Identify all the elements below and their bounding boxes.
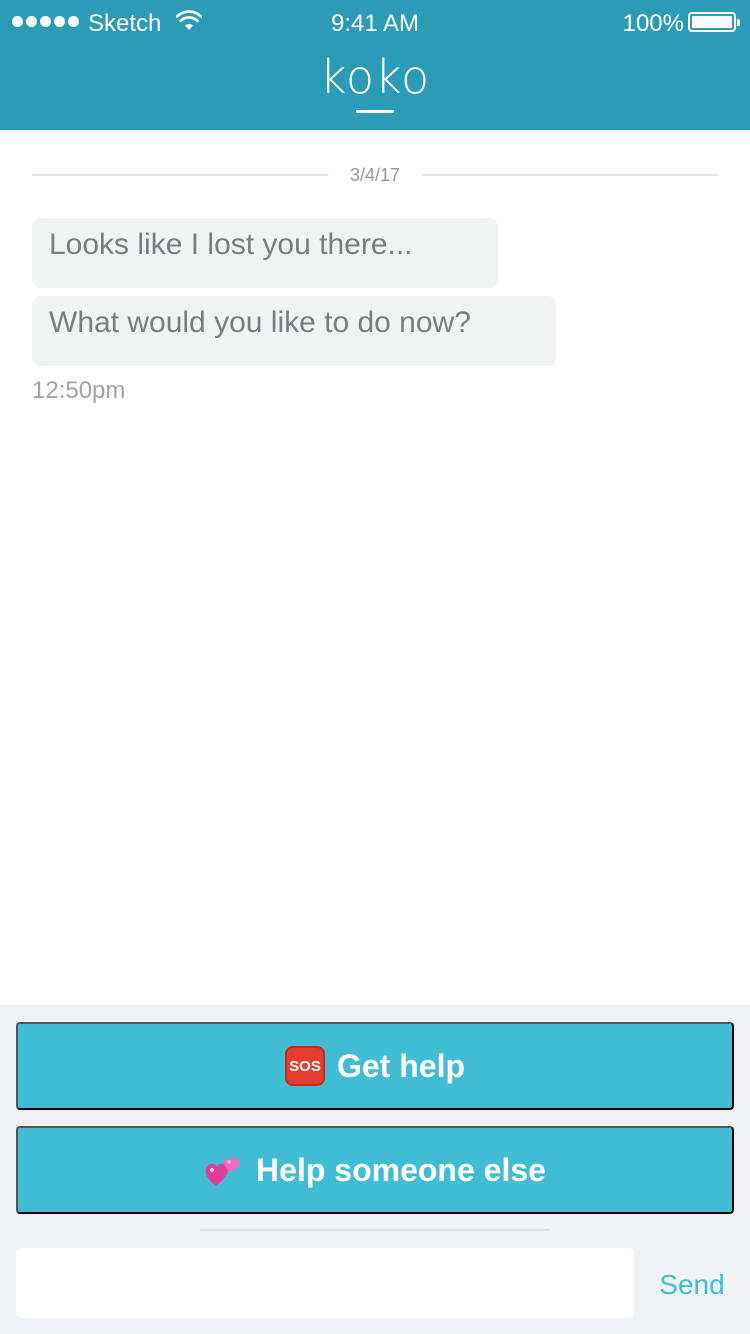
koko-logo: koko <box>319 50 431 104</box>
reply-panel: SOS Get help Help someone else Send <box>0 1005 750 1334</box>
message-input[interactable] <box>16 1248 634 1318</box>
date-divider: 3/4/17 <box>32 164 718 212</box>
status-bar: Sketch 9:41 AM 100% <box>0 0 750 48</box>
conversation-date: 3/4/17 <box>349 165 401 185</box>
get-help-button[interactable]: SOS Get help <box>16 1022 734 1110</box>
get-help-label: Get help <box>336 1047 465 1084</box>
help-someone-else-label: Help someone else <box>256 1151 546 1188</box>
message-bubble: Looks like I lost you there... <box>32 218 498 288</box>
battery-percentage: 100% <box>622 10 684 37</box>
help-someone-else-button[interactable]: Help someone else <box>16 1126 734 1214</box>
send-button[interactable]: Send <box>646 1269 738 1301</box>
sos-icon: SOS <box>284 1046 325 1086</box>
panel-divider <box>200 1229 550 1231</box>
app-header: Sketch 9:41 AM 100% koko <box>0 0 750 130</box>
message-timestamp: 12:50pm <box>32 377 126 404</box>
two-hearts-icon <box>205 1158 240 1186</box>
battery-icon <box>688 12 740 32</box>
logo-underline <box>356 110 394 113</box>
message-bubble: What would you like to do now? <box>32 296 556 366</box>
